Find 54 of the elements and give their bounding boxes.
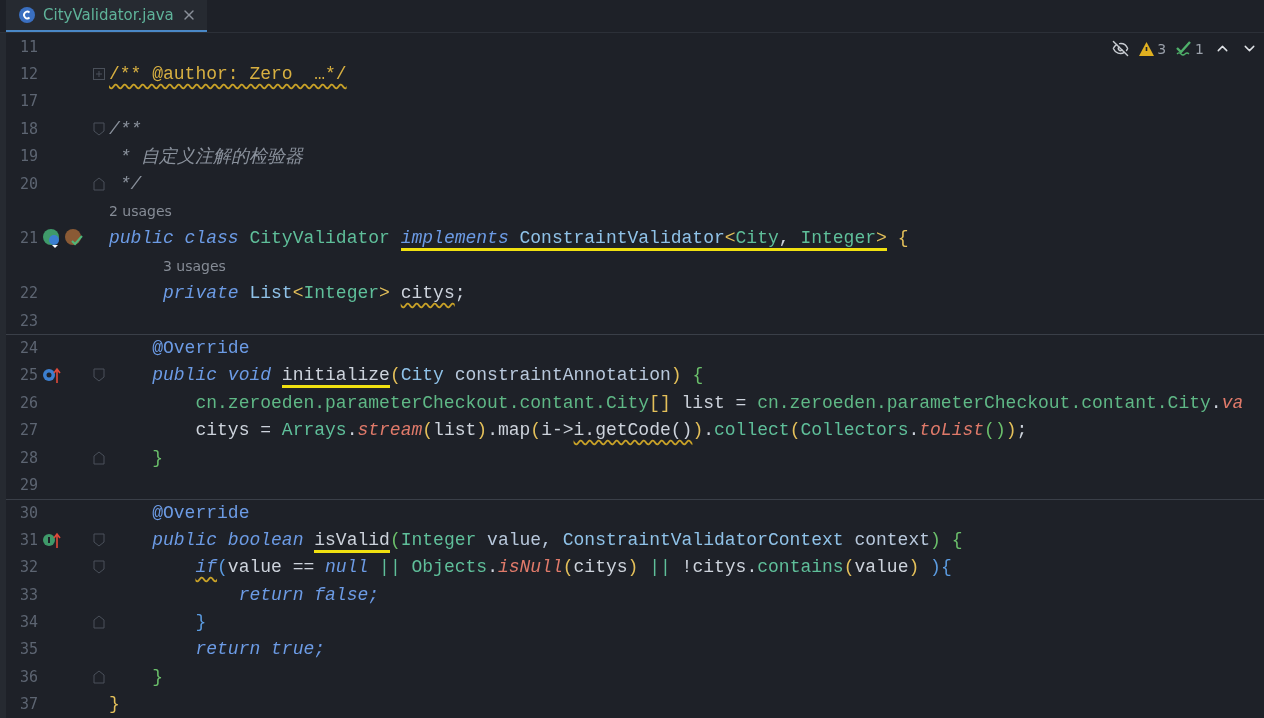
line-number: 30 <box>18 503 38 522</box>
line-number: 34 <box>18 612 38 631</box>
usages-hint[interactable]: 2 usages <box>109 203 172 220</box>
usages-hint[interactable]: 3 usages <box>109 257 226 274</box>
line-number: 28 <box>18 448 38 467</box>
code-line: cn.zeroeden.parameterCheckout.contant.City[] list = cn.zeroeden.parameterCheckout.contant.City.va <box>194 392 1244 413</box>
warning-icon[interactable] <box>1139 41 1155 56</box>
line-number: 23 <box>18 311 38 330</box>
tab-title: CityValidator.java <box>43 6 174 24</box>
code-line: } <box>109 694 120 715</box>
line-number: 20 <box>18 174 38 193</box>
line-number: 21 <box>18 229 38 248</box>
code-line: } <box>151 447 164 468</box>
line-number: 27 <box>18 421 38 440</box>
weak-warning-count: 1 <box>1195 40 1204 57</box>
code-line: } <box>194 611 207 632</box>
line-number: 32 <box>18 558 38 577</box>
code-line: /** @author: Zero …*/ <box>109 64 347 85</box>
code-line: } <box>151 666 164 687</box>
code-line: */ <box>118 173 142 194</box>
code-line: public class CityValidator implements ConstraintValidator<City, Integer> { <box>109 228 909 249</box>
warning-count: 3 <box>1157 40 1167 57</box>
line-number: 17 <box>18 92 38 111</box>
code-line: private List<Integer> citys; <box>162 283 466 304</box>
code-line: public void initialize(City constraintAnnotation) { <box>109 365 704 386</box>
line-number: 29 <box>18 475 38 494</box>
code-line: public boolean isValid(Integer value, ConstraintValidatorContext context) { <box>109 529 963 550</box>
line-number: 37 <box>18 695 38 714</box>
implementing-method-icon[interactable] <box>42 365 62 386</box>
code-line: citys = Arrays.stream(list).map(i->i.getCode()).collect(Collectors.toList()); <box>194 420 1028 441</box>
class-icon[interactable] <box>42 228 62 249</box>
code-line: @Override <box>151 338 250 359</box>
line-number: 11 <box>18 37 38 56</box>
line-number: 25 <box>18 366 38 385</box>
code-line: if(value == null || Objects.isNull(citys) || !citys.contains(value) ){ <box>194 557 952 578</box>
code-line: /** <box>109 118 142 139</box>
class-file-icon <box>18 6 36 24</box>
line-number: 18 <box>18 119 38 138</box>
file-tab[interactable]: CityValidator.java <box>6 0 207 32</box>
line-number: 26 <box>18 393 38 412</box>
code-line: return true; <box>194 639 326 660</box>
line-number: 19 <box>18 147 38 166</box>
line-number: 33 <box>18 585 38 604</box>
line-number: 36 <box>18 667 38 686</box>
line-number: 31 <box>18 530 38 549</box>
line-number: 22 <box>18 284 38 303</box>
line-number: 24 <box>18 339 38 358</box>
line-number: 12 <box>18 65 38 84</box>
code-line: * 自定义注解的检验器 <box>118 146 304 169</box>
code-line: @Override <box>151 502 250 523</box>
code-line: return false; <box>237 584 380 605</box>
reader-mode-icon[interactable] <box>1112 40 1130 57</box>
check-icon[interactable] <box>1176 41 1193 56</box>
line-number: 35 <box>18 640 38 659</box>
